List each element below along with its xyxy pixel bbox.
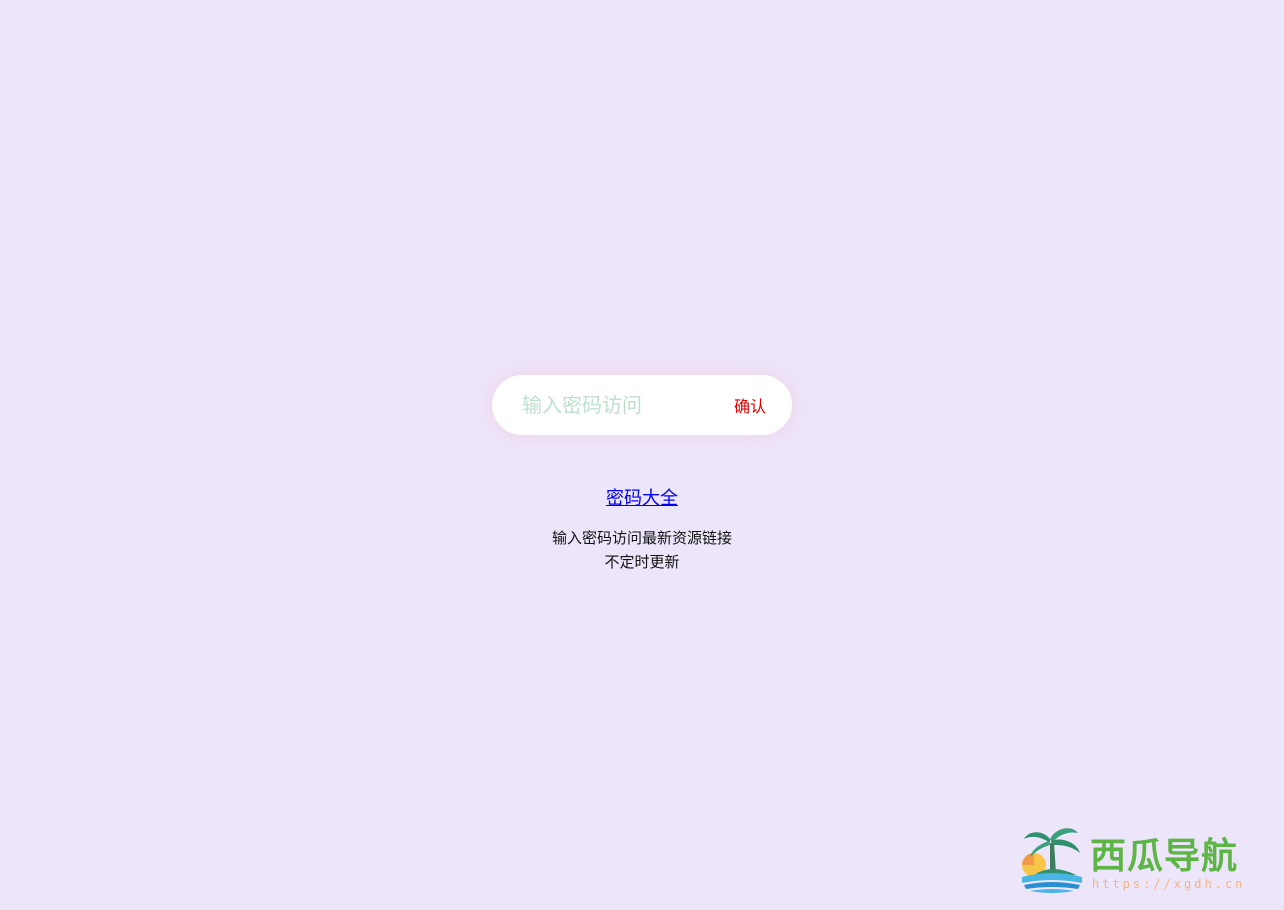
password-input[interactable] (522, 393, 734, 417)
description-line-2: 不定时更新 (604, 553, 680, 571)
links-row: 密码大全 (0, 484, 1284, 510)
password-list-link[interactable]: 密码大全 (606, 488, 678, 509)
brand-url: https://xgdh.cn (1092, 877, 1246, 891)
palm-island-logo-icon (1022, 828, 1082, 893)
description: 输入密码访问最新资源链接 不定时更新 (0, 526, 1284, 574)
page: 确认 密码大全 输入密码访问最新资源链接 不定时更新 西瓜导航 https://… (0, 0, 1284, 910)
brand-name: 西瓜导航 (1090, 835, 1239, 877)
brand-watermark: 西瓜导航 https://xgdh.cn (1020, 825, 1268, 895)
confirm-button[interactable]: 确认 (734, 393, 766, 417)
password-form: 确认 (492, 375, 792, 435)
description-line-1: 输入密码访问最新资源链接 (551, 529, 732, 547)
